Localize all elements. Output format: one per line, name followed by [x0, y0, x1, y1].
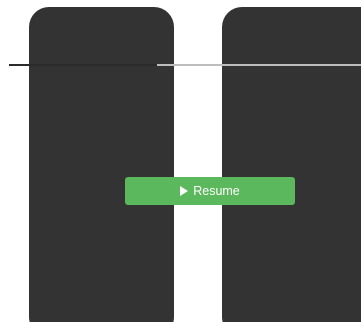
paused-screen: Resume	[0, 0, 361, 322]
play-icon	[180, 186, 189, 196]
progress-bar-fill	[9, 64, 157, 66]
progress-bar	[9, 64, 361, 66]
resume-button[interactable]: Resume	[125, 177, 295, 205]
pause-icon-right-bar	[222, 7, 361, 322]
resume-button-label: Resume	[193, 184, 240, 198]
pause-icon-left-bar	[29, 7, 174, 322]
